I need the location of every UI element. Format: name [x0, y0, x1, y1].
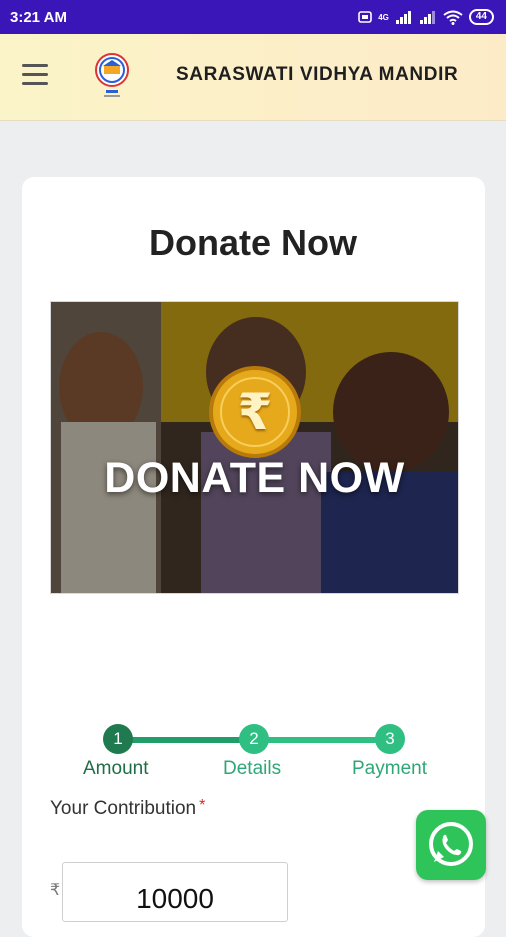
step-1-label[interactable]: Amount — [83, 758, 148, 780]
step-connector — [118, 737, 254, 743]
currency-symbol: ₹ — [50, 882, 61, 899]
status-time: 3:21 AM — [10, 8, 67, 26]
battery-indicator: 44 — [468, 9, 494, 25]
donate-banner: ₹ DONATE NOW — [50, 301, 459, 594]
school-logo[interactable] — [92, 52, 132, 102]
contribution-label-text: Your Contribution — [50, 798, 197, 819]
required-mark: * — [199, 797, 206, 814]
signal-icon-secondary — [419, 11, 435, 24]
status-icons: 4G 44 — [358, 9, 494, 25]
whatsapp-button[interactable] — [416, 810, 486, 880]
step-2-dot[interactable]: 2 — [239, 724, 269, 754]
signal-icon — [395, 11, 411, 24]
step-3-label[interactable]: Payment — [352, 758, 427, 780]
page-title: Donate Now — [148, 222, 357, 263]
banner-text: DONATE NOW — [104, 454, 405, 502]
alarm-icon — [358, 11, 373, 23]
wifi-icon — [443, 10, 463, 25]
donation-stepper: 1 2 3 Amount Details Payment — [0, 720, 506, 780]
rupee-icon: ₹ — [237, 384, 273, 440]
step-connector — [254, 737, 390, 743]
amount-input[interactable] — [62, 862, 288, 922]
step-3-dot[interactable]: 3 — [375, 724, 405, 754]
network-type-label: 4G — [378, 12, 389, 22]
school-name: SARASWATI VIDHYA MANDIR — [176, 64, 459, 85]
contribution-label: Your Contribution * — [50, 797, 206, 820]
hamburger-menu-icon[interactable] — [22, 64, 50, 86]
app-header: SARASWATI VIDHYA MANDIR — [0, 34, 506, 121]
status-bar: 3:21 AM 4G 44 — [0, 0, 506, 34]
step-1-dot[interactable]: 1 — [103, 724, 133, 754]
step-2-label[interactable]: Details — [223, 758, 281, 780]
whatsapp-icon — [429, 822, 473, 866]
